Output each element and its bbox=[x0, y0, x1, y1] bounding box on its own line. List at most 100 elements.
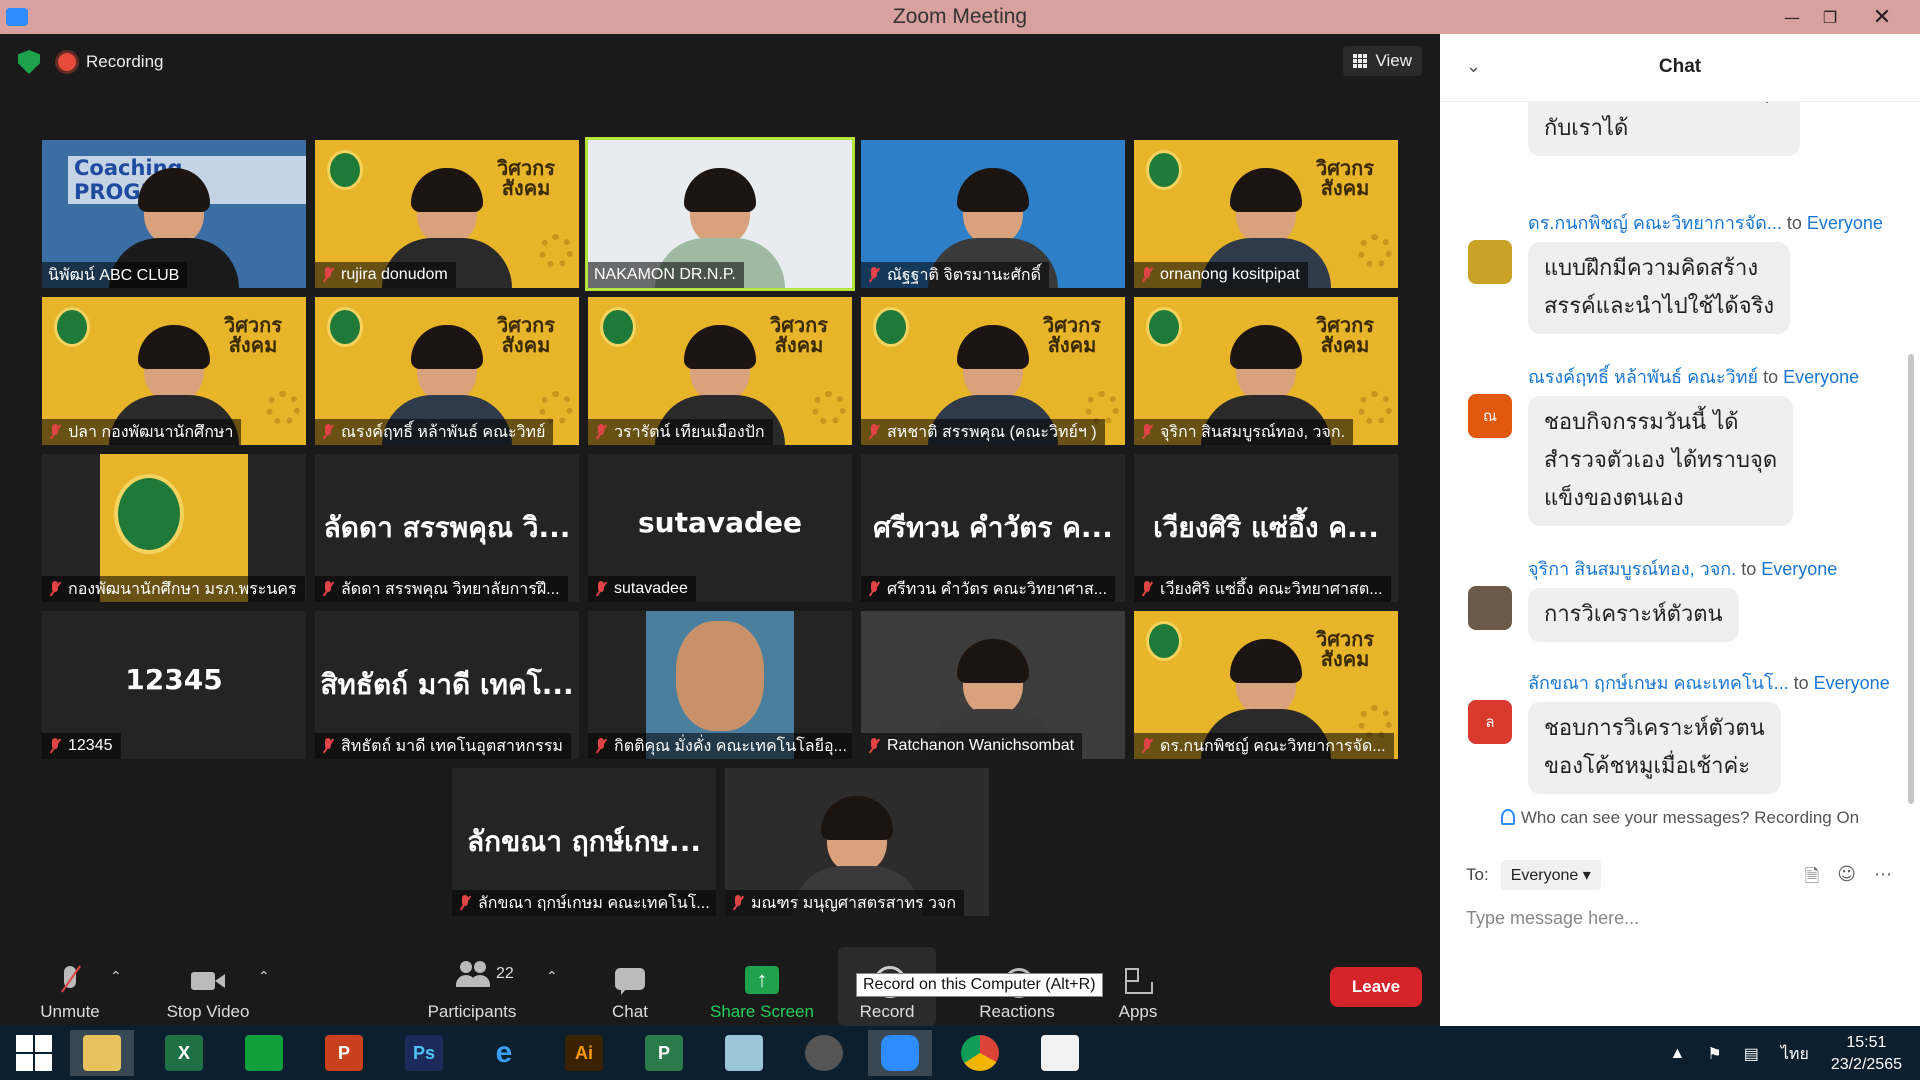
view-button[interactable]: View bbox=[1343, 46, 1422, 76]
participant-name: มณฑร มนุญศาสตรสาทร วจก bbox=[751, 894, 957, 912]
apps-button[interactable]: Apps bbox=[1110, 947, 1166, 1026]
participant-tile[interactable]: ณัฐฐาติ จิตรมานะศักดิ์ bbox=[861, 140, 1125, 288]
message-bubble: ก็ความมักสวะได้ความสุขกับเราได้ bbox=[1528, 102, 1801, 156]
participant-tile[interactable]: NAKAMON DR.N.P. bbox=[585, 137, 855, 291]
participants-options-caret-icon[interactable]: ⌃ bbox=[546, 969, 558, 985]
taskbar-illustrator[interactable]: Ai bbox=[552, 1030, 616, 1076]
gear-icon bbox=[539, 234, 573, 268]
sender-avatar bbox=[1468, 586, 1512, 630]
more-options-icon[interactable]: ⋯ bbox=[1874, 864, 1892, 894]
participant-name-label: Ratchanon Wanichsombat bbox=[861, 733, 1083, 759]
video-options-caret-icon[interactable]: ⌃ bbox=[258, 969, 270, 985]
mic-muted-icon bbox=[1140, 738, 1154, 754]
mic-muted-icon bbox=[321, 738, 335, 754]
participants-label: Participants bbox=[427, 1002, 517, 1021]
chat-tools: 🗎 ☺ ⋯ bbox=[1805, 864, 1892, 894]
mic-muted-icon bbox=[48, 424, 62, 440]
clock[interactable]: 15:51 23/2/2565 bbox=[1831, 1032, 1902, 1076]
taskbar-zoom[interactable] bbox=[868, 1030, 932, 1076]
gear-icon bbox=[266, 391, 300, 425]
taskbar-powerpoint[interactable]: P bbox=[312, 1030, 376, 1076]
sender-name: จุริกา สินสมบูรณ์ทอง, วจก. bbox=[1528, 559, 1737, 579]
mic-muted-icon bbox=[867, 424, 881, 440]
participant-tile[interactable]: วิศวกร สังคม สหชาติ สรรพคุณ (คณะวิทย์ฯ ) bbox=[861, 297, 1125, 445]
language-indicator[interactable]: ไทย bbox=[1781, 1042, 1809, 1067]
recipient-value: Everyone bbox=[1510, 867, 1579, 884]
participant-tile[interactable]: ศรีทวน คำวัตร ค... ศรีทวน คำวัตร คณะวิทยา… bbox=[861, 454, 1125, 602]
file-icon[interactable]: 🗎 bbox=[1805, 864, 1819, 894]
taskbar-chrome[interactable] bbox=[948, 1030, 1012, 1076]
participant-tile[interactable]: ลัดดา สรรพคุณ วิ... ลัดดา สรรพคุณ วิทยาลั… bbox=[315, 454, 579, 602]
message-line: ก็ความมักสวะได้ความสุข bbox=[1544, 102, 1784, 110]
chat-button[interactable]: Chat bbox=[594, 947, 666, 1026]
participant-tile[interactable]: 12345 12345 bbox=[42, 611, 306, 759]
leave-button[interactable]: Leave bbox=[1330, 967, 1422, 1007]
participant-tile[interactable]: วิศวกร สังคม ดร.กนกพิชญ์ คณะวิทยาการจัด... bbox=[1134, 611, 1398, 759]
participant-tile[interactable]: สิทธัตถ์ มาดี เทคโ... สิทธัตถ์ มาดี เทคโน… bbox=[315, 611, 579, 759]
participant-tile[interactable]: เวียงศิริ แซ่อึ้ง ค... เวียงศิริ แซ่อึ้ง … bbox=[1134, 454, 1398, 602]
stop-video-button[interactable]: Stop Video bbox=[160, 947, 256, 1026]
participant-tile[interactable]: วิศวกร สังคม วรารัตน์ เทียนเมืองปัก bbox=[588, 297, 852, 445]
participant-name-label: sutavadee bbox=[588, 576, 696, 602]
chevron-up-icon[interactable]: ▲ bbox=[1670, 1045, 1686, 1063]
close-button[interactable]: ✕ bbox=[1860, 0, 1904, 34]
message-line: แข็งของตนเอง bbox=[1544, 486, 1684, 511]
participant-tile[interactable]: วิศวกร สังคม rujira donudom bbox=[315, 140, 579, 288]
network-icon[interactable]: ▤ bbox=[1744, 1044, 1759, 1064]
recording-indicator[interactable]: Recording bbox=[58, 52, 164, 72]
reactions-label: Reactions bbox=[979, 1002, 1055, 1021]
message-bubble: ชอบการวิเคราะห์ตัวตน ของโค้ชหมูเมื่อเช้าค… bbox=[1528, 702, 1781, 794]
university-logo-icon bbox=[327, 307, 363, 347]
chat-sender[interactable]: ณรงค์ฤทธิ์ หล้าพันธ์ คณะวิทย์ to Everyon… bbox=[1528, 362, 1859, 391]
participant-tile[interactable]: กองพัฒนานักศึกษา มรภ.พระนคร bbox=[42, 454, 306, 602]
participant-tile[interactable]: วิศวกร สังคม ornanong kositpipat bbox=[1134, 140, 1398, 288]
chat-message-list[interactable]: ก็ความมักสวะได้ความสุขกับเราได้ดร.กนกพิช… bbox=[1440, 102, 1900, 842]
participant-tile[interactable]: Coaching PROGRAM นิพัฒน์ ABC CLUB bbox=[42, 140, 306, 288]
emoji-icon[interactable]: ☺ bbox=[1837, 864, 1856, 894]
participant-tile[interactable]: ลักขณา ฤกษ์เกษ... ลักขณา ฤกษ์เกษม คณะเทคโ… bbox=[452, 768, 716, 916]
start-button[interactable] bbox=[2, 1030, 66, 1076]
participant-name: ลักขณา ฤกษ์เกษม คณะเทคโนโ... bbox=[478, 894, 710, 912]
taskbar-file-explorer[interactable] bbox=[70, 1030, 134, 1076]
participant-tile[interactable]: กิตติคุณ มั่งคั่ง คณะเทคโนโลยีอุ... bbox=[588, 611, 852, 759]
participant-tile[interactable]: มณฑร มนุญศาสตรสาทร วจก bbox=[725, 768, 989, 916]
participant-tile[interactable]: วิศวกร สังคม ณรงค์ฤทธิ์ หล้าพันธ์ คณะวิทย์ bbox=[315, 297, 579, 445]
chat-scrollbar[interactable] bbox=[1908, 354, 1914, 804]
participant-tile[interactable]: sutavadee sutavadee bbox=[588, 454, 852, 602]
unmute-button[interactable]: Unmute bbox=[30, 947, 110, 1026]
taskbar-project[interactable]: P bbox=[632, 1030, 696, 1076]
taskbar-presentation[interactable] bbox=[1028, 1030, 1092, 1076]
participant-tile[interactable]: วิศวกร สังคม ปลา กองพัฒนานักศึกษา bbox=[42, 297, 306, 445]
restore-button[interactable]: ❐ bbox=[1808, 0, 1852, 34]
university-logo-icon bbox=[1146, 621, 1182, 661]
participant-name: กิตติคุณ มั่งคั่ง คณะเทคโนโลยีอุ... bbox=[614, 737, 847, 755]
taskbar-store[interactable] bbox=[232, 1030, 296, 1076]
flag-icon[interactable]: ⚑ bbox=[1707, 1044, 1721, 1064]
taskbar-hotocape[interactable] bbox=[792, 1030, 856, 1076]
taskbar-excel[interactable]: X bbox=[152, 1030, 216, 1076]
chat-sender[interactable]: ดร.กนกพิชญ์ คณะวิทยาการจัด... to Everyon… bbox=[1528, 208, 1883, 237]
message-line: แบบฝึกมีความคิดสร้าง bbox=[1544, 256, 1759, 281]
recipient-select[interactable]: Everyone ▾ bbox=[1500, 860, 1601, 890]
chat-privacy-notice[interactable]: Who can see your messages? Recording On bbox=[1440, 808, 1920, 828]
participants-button[interactable]: 22 Participants bbox=[420, 947, 524, 1026]
message-line: ของโค้ชหมูเมื่อเช้าค่ะ bbox=[1544, 754, 1751, 779]
chat-sender[interactable]: ลักขณา ฤกษ์เกษม คณะเทคโนโ... to Everyone bbox=[1528, 668, 1890, 697]
mic-muted-icon bbox=[1140, 267, 1154, 283]
participant-name: ณรงค์ฤทธิ์ หล้าพันธ์ คณะวิทย์ bbox=[341, 423, 546, 441]
share-screen-button[interactable]: Share Screen bbox=[706, 947, 818, 1026]
chat-message-input[interactable] bbox=[1466, 908, 1896, 929]
taskbar-photoshop[interactable]: Ps bbox=[392, 1030, 456, 1076]
audio-options-caret-icon[interactable]: ⌃ bbox=[110, 969, 122, 985]
university-logo-icon bbox=[54, 307, 90, 347]
chat-label: Chat bbox=[612, 1002, 648, 1021]
participant-name: กองพัฒนานักศึกษา มรภ.พระนคร bbox=[68, 580, 297, 598]
illustrator-icon: Ai bbox=[565, 1035, 603, 1071]
participant-tile[interactable]: Ratchanon Wanichsombat bbox=[861, 611, 1125, 759]
mic-muted-icon bbox=[321, 581, 335, 597]
taskbar-notepad[interactable] bbox=[712, 1030, 776, 1076]
chat-sender[interactable]: จุริกา สินสมบูรณ์ทอง, วจก. to Everyone bbox=[1528, 554, 1837, 583]
participant-tile[interactable]: วิศวกร สังคม จุริกา สินสมบูรณ์ทอง, วจก. bbox=[1134, 297, 1398, 445]
taskbar-internet-explorer[interactable]: e bbox=[472, 1030, 536, 1076]
encryption-shield-icon[interactable] bbox=[18, 50, 40, 74]
